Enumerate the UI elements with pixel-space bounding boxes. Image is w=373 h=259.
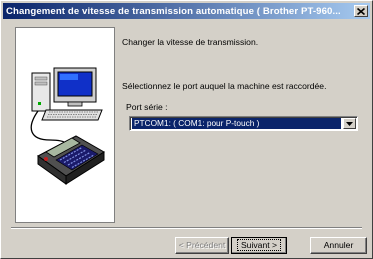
close-icon	[357, 7, 365, 15]
chevron-down-icon	[346, 121, 353, 126]
title-bar[interactable]: Changement de vitesse de transmission au…	[3, 3, 370, 19]
selected-port-value: PTCOM1: ( COM1: pour P-touch )	[132, 118, 341, 129]
next-button-label: Suivant >	[236, 239, 282, 251]
previous-button[interactable]: < Précédent	[175, 237, 229, 254]
port-prompt: Sélectionnez le port auquel la machine e…	[122, 81, 327, 91]
close-button[interactable]	[354, 5, 368, 17]
serial-port-label: Port série :	[126, 102, 168, 112]
wizard-window: Changement de vitesse de transmission au…	[0, 0, 373, 259]
intro-text: Changer la vitesse de transmission.	[122, 37, 259, 47]
window-title: Changement de vitesse de transmission au…	[6, 5, 341, 17]
wizard-illustration	[15, 27, 115, 223]
computer-icon	[31, 67, 103, 121]
label-printer-icon	[37, 135, 105, 185]
next-button[interactable]: Suivant >	[231, 237, 287, 254]
dropdown-button[interactable]	[343, 118, 356, 129]
serial-port-select[interactable]: PTCOM1: ( COM1: pour P-touch )	[129, 116, 358, 131]
separator	[11, 227, 362, 229]
cancel-button[interactable]: Annuler	[310, 237, 367, 254]
previous-button-label: < Précédent	[178, 240, 226, 250]
cancel-button-label: Annuler	[323, 240, 354, 250]
